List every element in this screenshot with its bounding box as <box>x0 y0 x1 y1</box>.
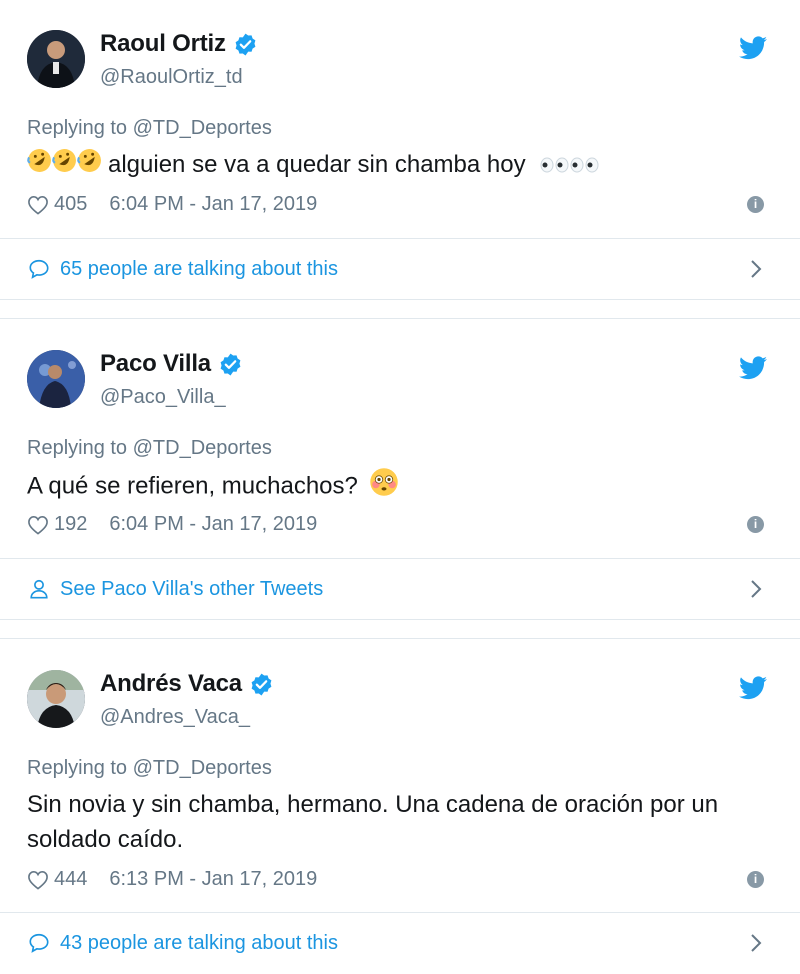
chevron-right-icon <box>751 580 762 598</box>
avatar[interactable] <box>27 350 85 408</box>
replying-label: Replying to <box>27 757 128 779</box>
tweet-meta: 444 6:13 PM - Jan 17, 2019 <box>27 868 317 891</box>
rofl-emoji <box>52 148 77 183</box>
twitter-bird-icon[interactable] <box>739 676 767 700</box>
conversation-link[interactable]: 43 people are talking about this <box>0 913 800 973</box>
tweet-card: Andrés Vaca @Andres_Vaca_ Replying to @T… <box>0 640 800 974</box>
person-icon <box>30 579 48 599</box>
timestamp[interactable]: 6:04 PM - Jan 17, 2019 <box>109 193 317 216</box>
eyes-emoji <box>570 148 600 183</box>
tweet-text-content: alguien se va a quedar sin chamba hoy <box>108 151 526 178</box>
tweet-meta: 405 6:04 PM - Jan 17, 2019 <box>27 193 317 216</box>
replying-to: Replying to @TD_Deportes <box>27 117 272 140</box>
like-count: 405 <box>54 193 88 215</box>
card-separator <box>0 318 800 319</box>
divider <box>0 619 800 620</box>
user-handle[interactable]: @RaoulOrtiz_td <box>100 66 243 89</box>
chevron-right-icon <box>751 260 762 278</box>
heart-icon[interactable] <box>27 515 49 535</box>
card-separator <box>0 638 800 639</box>
profile-tweets-link[interactable]: See Paco Villa's other Tweets <box>0 559 800 619</box>
twitter-bird-icon[interactable] <box>739 36 767 60</box>
tweet-text: alguien se va a quedar sin chamba hoy <box>27 147 767 183</box>
info-icon[interactable]: i <box>747 196 764 213</box>
like-count: 444 <box>54 868 88 890</box>
heart-icon[interactable] <box>27 870 49 890</box>
replying-label: Replying to <box>27 437 128 459</box>
info-icon[interactable]: i <box>747 871 764 888</box>
user-handle[interactable]: @Paco_Villa_ <box>100 386 226 409</box>
display-name[interactable]: Andrés Vaca <box>100 670 242 698</box>
verified-badge-icon <box>251 673 272 695</box>
display-name[interactable]: Raoul Ortiz <box>100 30 226 58</box>
twitter-bird-icon[interactable] <box>739 356 767 380</box>
footer-label: See Paco Villa's other Tweets <box>60 577 324 600</box>
tweet-card: Paco Villa @Paco_Villa_ Replying to @TD_… <box>0 320 800 620</box>
verified-badge-icon <box>220 353 241 375</box>
mention-link[interactable]: @TD_Deportes <box>133 437 272 459</box>
speech-bubble-icon <box>29 259 49 279</box>
heart-icon[interactable] <box>27 195 49 215</box>
conversation-link[interactable]: 65 people are talking about this <box>0 239 800 299</box>
eyes-emoji <box>540 148 570 183</box>
display-name[interactable]: Paco Villa <box>100 350 211 378</box>
tweet-text: A qué se refieren, muchachos? <box>27 467 767 507</box>
mention-link[interactable]: @TD_Deportes <box>133 117 272 139</box>
mention-link[interactable]: @TD_Deportes <box>133 757 272 779</box>
rofl-emoji <box>27 148 52 183</box>
speech-bubble-icon <box>29 933 49 953</box>
replying-to: Replying to @TD_Deportes <box>27 437 272 460</box>
timestamp[interactable]: 6:04 PM - Jan 17, 2019 <box>109 513 317 536</box>
tweet-text: Sin novia y sin chamba, hermano. Una cad… <box>27 787 747 857</box>
rofl-emoji <box>77 148 102 183</box>
footer-label: 43 people are talking about this <box>60 931 338 954</box>
avatar[interactable] <box>27 30 85 88</box>
tweet-meta: 192 6:04 PM - Jan 17, 2019 <box>27 513 317 536</box>
timestamp[interactable]: 6:13 PM - Jan 17, 2019 <box>109 868 317 891</box>
divider <box>0 299 800 300</box>
user-handle[interactable]: @Andres_Vaca_ <box>100 706 250 729</box>
verified-badge-icon <box>235 33 256 55</box>
tweet-text-content: Sin novia y sin chamba, hermano. Una cad… <box>27 791 719 853</box>
tweet-card: Raoul Ortiz @RaoulOrtiz_td Replying to @… <box>0 0 800 300</box>
tweet-text-content: A qué se refieren, muchachos? <box>27 472 358 500</box>
replying-to: Replying to @TD_Deportes <box>27 757 272 780</box>
avatar[interactable] <box>27 670 85 728</box>
chevron-right-icon <box>751 934 762 952</box>
info-icon[interactable]: i <box>747 516 764 533</box>
footer-label: 65 people are talking about this <box>60 257 338 280</box>
flushed-emoji <box>369 467 399 507</box>
replying-label: Replying to <box>27 117 128 139</box>
like-count: 192 <box>54 513 88 535</box>
